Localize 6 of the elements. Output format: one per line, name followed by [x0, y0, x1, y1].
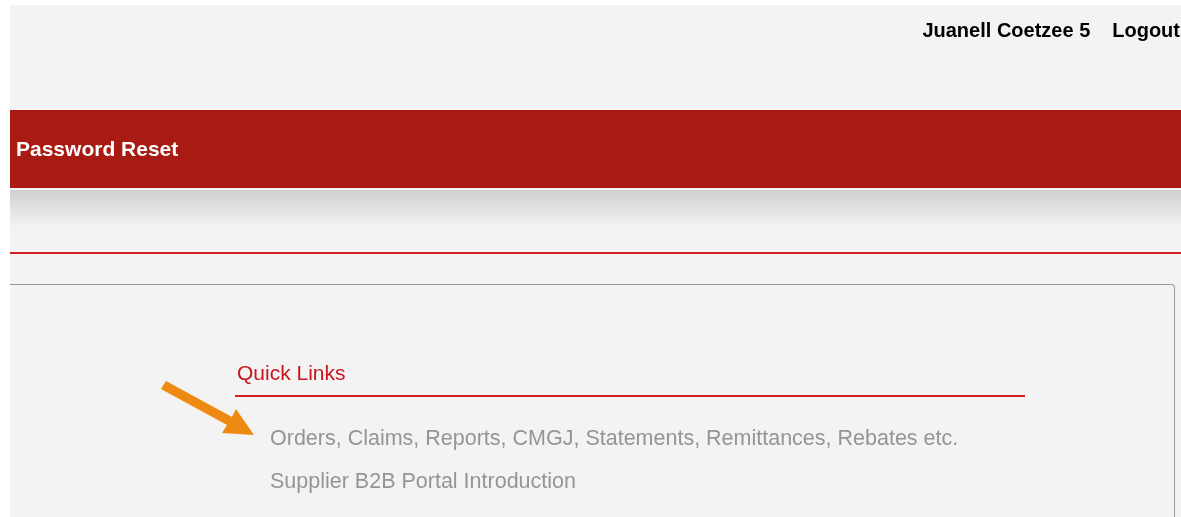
quick-link[interactable]: Supplier B2B Portal Introduction — [270, 467, 1025, 494]
logout-link[interactable]: Logout — [1112, 15, 1180, 45]
section-heading: Quick Links — [235, 357, 1025, 397]
page-title: Password Reset — [16, 136, 179, 163]
user-name: Juanell Coetzee 5 — [922, 18, 1091, 43]
quick-link[interactable]: Orders, Claims, Reports, CMGJ, Statements, Remittances, Rebates etc. — [270, 424, 1025, 451]
